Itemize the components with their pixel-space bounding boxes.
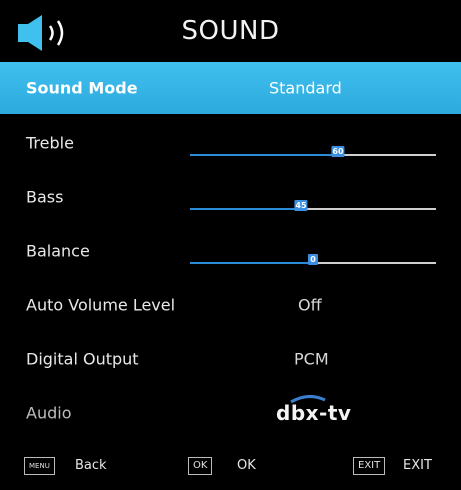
treble-slider-fill: [190, 154, 338, 156]
sound-menu-screen: SOUND Sound Mode Standard Treble 60 Bass…: [0, 0, 461, 490]
menu-item-audio[interactable]: Audio dbx-tv: [0, 386, 461, 440]
digital-output-label: Digital Output: [26, 349, 139, 369]
balance-slider-value[interactable]: 0: [308, 254, 318, 265]
audio-value: dbx-tv: [276, 401, 352, 425]
exit-key-hint: EXIT: [403, 458, 432, 473]
auto-volume-value: Off: [298, 295, 322, 315]
balance-label: Balance: [26, 241, 90, 261]
page-title: SOUND: [181, 16, 280, 46]
menu-key[interactable]: MENU: [24, 457, 55, 475]
bass-slider-value[interactable]: 45: [294, 200, 308, 211]
treble-label: Treble: [26, 133, 74, 153]
digital-output-value: PCM: [294, 349, 329, 369]
treble-slider[interactable]: 60: [190, 146, 436, 157]
menu-item-balance[interactable]: Balance 0: [0, 224, 461, 278]
ok-key[interactable]: OK: [188, 457, 213, 475]
menu-item-treble[interactable]: Treble 60: [0, 116, 461, 170]
menu-item-bass[interactable]: Bass 45: [0, 170, 461, 224]
menu-key-hint: Back: [75, 458, 107, 473]
balance-slider[interactable]: 0: [190, 254, 436, 265]
dbx-swoosh-icon: [290, 395, 326, 403]
balance-slider-fill: [190, 262, 313, 264]
dbx-tv-logo: dbx-tv: [276, 395, 352, 425]
bass-slider[interactable]: 45: [190, 200, 436, 211]
menu-header: SOUND: [0, 0, 461, 62]
menu-item-auto-volume-level[interactable]: Auto Volume Level Off: [0, 278, 461, 332]
menu-item-sound-mode[interactable]: Sound Mode Standard: [0, 62, 461, 114]
footer-hints: MENU Back OK OK EXIT EXIT: [0, 448, 461, 482]
bass-label: Bass: [26, 187, 64, 207]
bass-slider-fill: [190, 208, 301, 210]
ok-key-hint: OK: [237, 458, 256, 473]
menu-item-digital-output[interactable]: Digital Output PCM: [0, 332, 461, 386]
auto-volume-label: Auto Volume Level: [26, 295, 176, 315]
sound-mode-value: Standard: [269, 78, 342, 98]
audio-label: Audio: [26, 403, 72, 423]
exit-key[interactable]: EXIT: [353, 457, 386, 475]
treble-slider-value[interactable]: 60: [331, 146, 345, 157]
sound-mode-label: Sound Mode: [26, 78, 138, 98]
